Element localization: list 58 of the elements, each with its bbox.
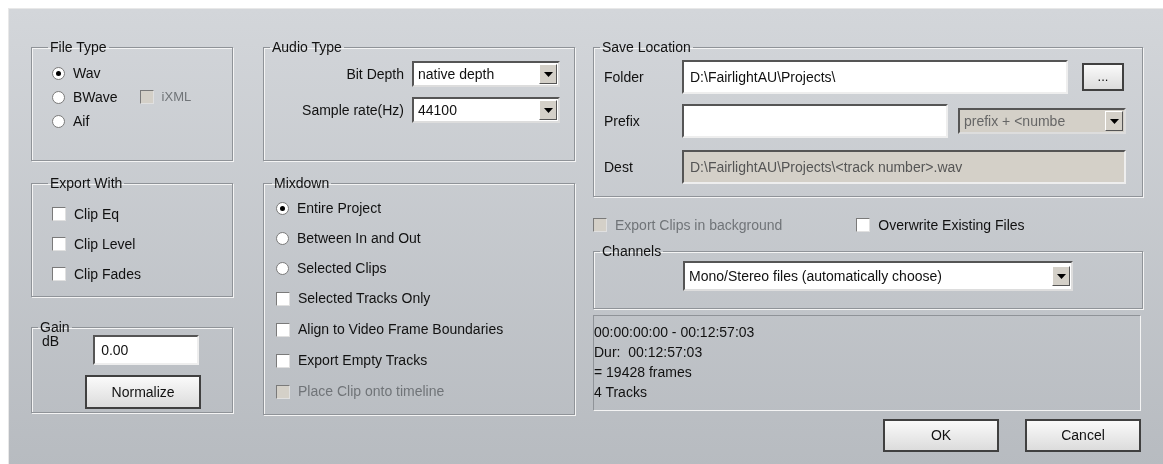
- group-title: Gain: [39, 319, 71, 335]
- option-label: Between In and Out: [297, 228, 421, 248]
- option-label: Clip Level: [74, 234, 136, 254]
- dest-field: D:\FairlightAU\Projects\<track number>.wav: [682, 150, 1126, 184]
- radio-button[interactable]: [276, 231, 289, 245]
- prefix-field[interactable]: [682, 104, 948, 138]
- radio-button[interactable]: [52, 90, 65, 104]
- radio-button[interactable]: [276, 261, 289, 275]
- field-label: Prefix: [604, 111, 641, 131]
- option-label: Export Empty Tracks: [298, 351, 428, 370]
- field-label: Dest: [604, 157, 634, 177]
- checkbox[interactable]: [52, 267, 66, 281]
- checkbox[interactable]: [52, 207, 66, 221]
- option-label: Place Clip onto timeline: [298, 382, 445, 401]
- button[interactable]: ...: [1082, 63, 1124, 91]
- option-label: Selected Tracks Only: [298, 289, 431, 308]
- option-label: BWave: [73, 87, 118, 107]
- group-title: Mixdown: [273, 175, 331, 191]
- checkbox[interactable]: [276, 291, 290, 306]
- option-label: iXML: [161, 88, 192, 107]
- option-label: Align to Video Frame Boundaries: [298, 320, 504, 339]
- field-label: Folder: [604, 67, 645, 87]
- option-label: Clip Fades: [74, 264, 141, 284]
- radio-button[interactable]: [52, 114, 65, 128]
- dropdown[interactable]: 44100: [412, 97, 560, 123]
- option-label: Aif: [73, 111, 90, 131]
- checkbox[interactable]: [276, 322, 290, 337]
- summary-text: 4 Tracks: [594, 383, 648, 402]
- option-label: Entire Project: [297, 198, 382, 218]
- option-label: Clip Eq: [74, 204, 120, 224]
- field-label: Bit Depth: [346, 64, 404, 84]
- radio-button[interactable]: [52, 66, 65, 80]
- dropdown: prefix + <numbe: [958, 108, 1126, 134]
- group-title: Export With: [49, 175, 124, 191]
- button[interactable]: Normalize: [85, 375, 202, 409]
- checkbox[interactable]: [276, 353, 290, 368]
- gain-field[interactable]: 0.00: [93, 335, 200, 365]
- button[interactable]: Cancel: [1025, 419, 1141, 452]
- option-label: Overwrite Existing Files: [878, 215, 1025, 235]
- option-label: Selected Clips: [297, 258, 387, 278]
- folder-field[interactable]: D:\FairlightAU\Projects\: [682, 60, 1068, 94]
- summary-text: = 19428 frames: [594, 363, 693, 382]
- dropdown[interactable]: Mono/Stereo files (automatically choose): [683, 261, 1073, 291]
- radio-button[interactable]: [276, 201, 289, 215]
- dropdown[interactable]: native depth: [412, 61, 560, 87]
- option-label: Export Clips in background: [615, 215, 783, 235]
- group-title: Channels: [601, 243, 663, 259]
- option-label: Wav: [73, 63, 101, 83]
- group-title: Audio Type: [271, 39, 343, 55]
- unit-label: dB: [42, 332, 60, 351]
- summary-text: Dur: 00:12:57:03: [594, 343, 704, 362]
- summary-text: 00:00:00:00 - 00:12:57:03: [594, 323, 756, 342]
- group-title: Save Location: [601, 39, 692, 55]
- group-title: File Type: [49, 39, 108, 55]
- checkbox[interactable]: [52, 237, 66, 251]
- checkbox[interactable]: [856, 218, 871, 232]
- field-label: Sample rate(Hz): [302, 100, 404, 120]
- button[interactable]: OK: [883, 419, 999, 452]
